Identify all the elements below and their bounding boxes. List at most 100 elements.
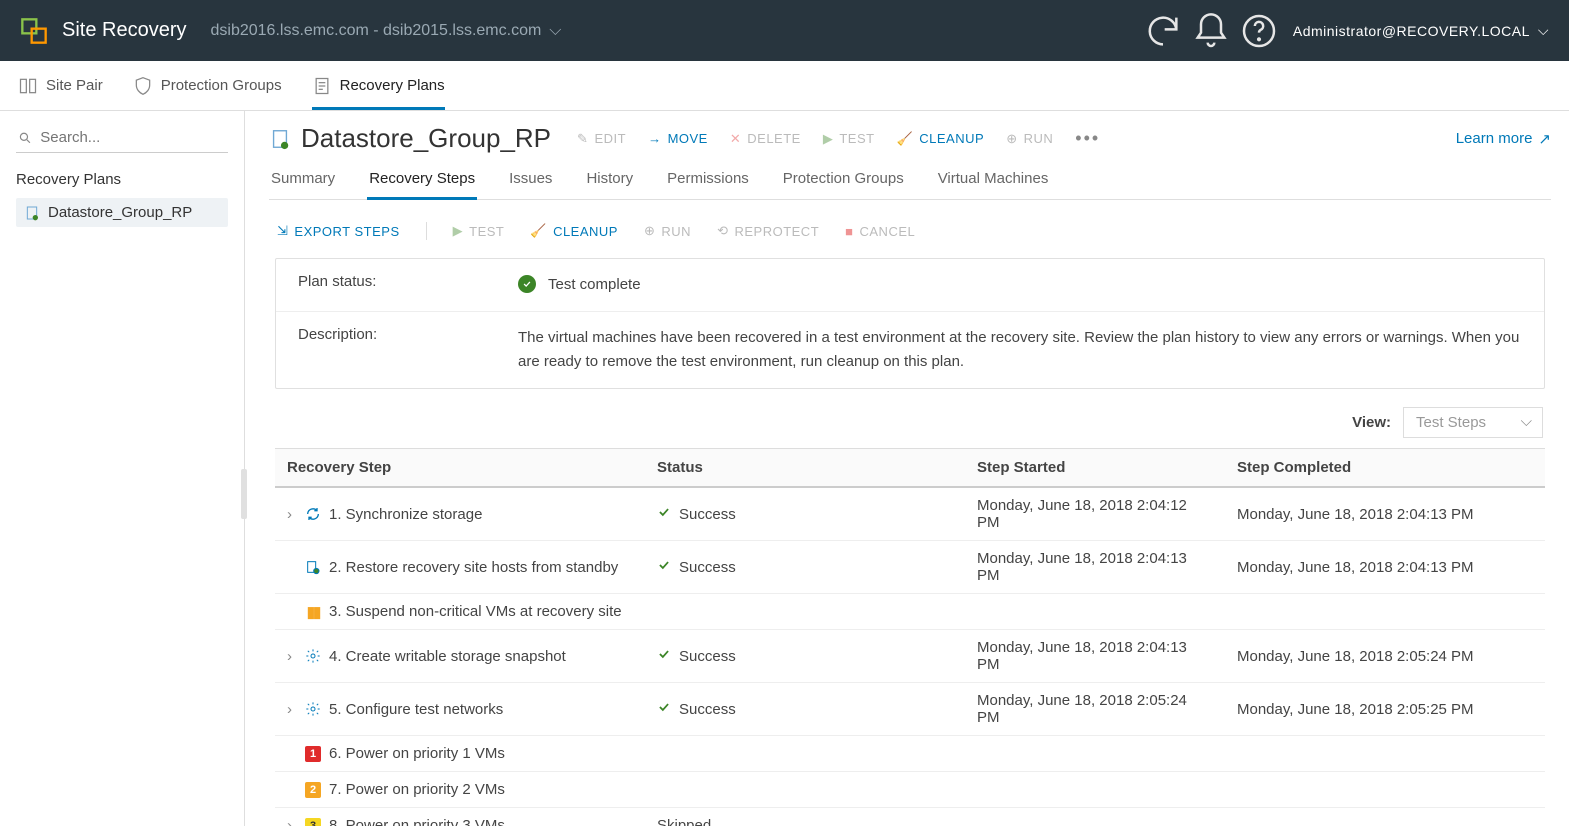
title-actions: ✎EDIT →MOVE ✕DELETE ▶TEST 🧹CLEANUP ⊕RUN … (577, 128, 1100, 149)
move-button[interactable]: →MOVE (648, 131, 708, 146)
tab-site-pair[interactable]: Site Pair (18, 61, 103, 110)
sidebar-resize-handle[interactable] (241, 469, 247, 519)
col-started[interactable]: Step Started (965, 449, 1225, 488)
step-completed (1225, 808, 1545, 826)
chevron-right-icon[interactable]: › (287, 701, 297, 718)
sidebar-item-recovery-plan[interactable]: Datastore_Group_RP (16, 198, 228, 227)
status-text: Skipped (657, 817, 711, 826)
step-type-icon: 3 (305, 818, 321, 826)
step-type-icon: ▮▮ (305, 604, 321, 620)
table-row[interactable]: 2 7. Power on priority 2 VMs (275, 772, 1545, 808)
step-started: Monday, June 18, 2018 2:04:12 PM (965, 487, 1225, 541)
cleanup-button-toolbar[interactable]: 🧹CLEANUP (530, 223, 618, 239)
tab-issues[interactable]: Issues (507, 160, 554, 200)
cancel-button[interactable]: ■CANCEL (845, 224, 915, 239)
step-started (965, 594, 1225, 630)
content-area: Datastore_Group_RP ✎EDIT →MOVE ✕DELETE ▶… (245, 111, 1569, 826)
status-text: Success (679, 506, 736, 523)
col-recovery-step[interactable]: Recovery Step (275, 449, 645, 488)
check-icon (657, 700, 671, 718)
step-type-icon (305, 506, 321, 522)
page-title: Datastore_Group_RP (269, 123, 551, 154)
step-started: Monday, June 18, 2018 2:04:13 PM (965, 541, 1225, 594)
table-row[interactable]: ›5. Configure test networksSuccessMonday… (275, 683, 1545, 736)
delete-button[interactable]: ✕DELETE (730, 131, 801, 147)
step-toolbar: ⇲EXPORT STEPS ▶TEST 🧹CLEANUP ⊕RUN ⟲REPRO… (269, 216, 1551, 258)
refresh-icon[interactable] (1143, 11, 1183, 51)
table-row[interactable]: ▮▮ 3. Suspend non-critical VMs at recover… (275, 594, 1545, 630)
test-button-toolbar[interactable]: ▶TEST (453, 223, 505, 239)
table-row[interactable]: 16. Power on priority 1 VMs (275, 736, 1545, 772)
step-type-icon: 1 (305, 746, 321, 762)
reprotect-button[interactable]: ⟲REPROTECT (717, 223, 819, 239)
export-steps-button[interactable]: ⇲EXPORT STEPS (277, 223, 400, 239)
status-text: Success (679, 648, 736, 665)
chevron-right-icon[interactable]: › (287, 648, 297, 665)
chevron-down-icon: ⌵ (549, 22, 561, 40)
chevron-right-icon[interactable]: › (287, 817, 297, 826)
step-name: 7. Power on priority 2 VMs (329, 781, 505, 798)
check-icon (657, 558, 671, 576)
user-menu[interactable]: Administrator@RECOVERY.LOCAL ⌵ (1293, 22, 1549, 39)
table-row[interactable]: ›4. Create writable storage snapshotSucc… (275, 630, 1545, 683)
step-type-icon: 2 (305, 782, 321, 798)
app-logo-icon (20, 17, 48, 45)
view-select[interactable]: Test Steps (1403, 407, 1543, 438)
tab-virtual-machines[interactable]: Virtual Machines (936, 160, 1051, 200)
chevron-right-icon[interactable]: › (287, 506, 297, 523)
description-label: Description: (298, 326, 488, 374)
step-started: Monday, June 18, 2018 2:05:24 PM (965, 683, 1225, 736)
chevron-down-icon: ⌵ (1538, 22, 1549, 39)
step-name: 3. Suspend non-critical VMs at recovery … (329, 603, 622, 620)
table-row[interactable]: › 3 8. Power on priority 3 VMs Skipped (275, 808, 1545, 826)
search-input[interactable] (40, 129, 226, 146)
col-completed[interactable]: Step Completed (1225, 449, 1545, 488)
step-type-icon (305, 648, 321, 664)
col-status[interactable]: Status (645, 449, 965, 488)
check-circle-icon (518, 275, 536, 293)
description-value: The virtual machines have been recovered… (518, 326, 1522, 374)
tab-history[interactable]: History (584, 160, 635, 200)
step-completed: Monday, June 18, 2018 2:05:24 PM (1225, 630, 1545, 683)
search-icon (18, 130, 32, 146)
tab-protection-groups[interactable]: Protection Groups (133, 61, 282, 110)
tab-recovery-plans[interactable]: Recovery Plans (312, 61, 445, 110)
step-completed (1225, 772, 1545, 808)
tab-summary[interactable]: Summary (269, 160, 337, 200)
page-title-text: Datastore_Group_RP (301, 123, 551, 154)
test-button[interactable]: ▶TEST (823, 131, 875, 147)
recovery-steps-table: Recovery Step Status Step Started Step C… (275, 448, 1545, 826)
tab-recovery-steps[interactable]: Recovery Steps (367, 160, 477, 200)
tab-recovery-plans-label: Recovery Plans (340, 77, 445, 94)
edit-button[interactable]: ✎EDIT (577, 131, 626, 147)
pencil-icon: ✎ (577, 131, 588, 147)
table-row[interactable]: ›1. Synchronize storageSuccessMonday, Ju… (275, 487, 1545, 541)
step-completed: Monday, June 18, 2018 2:04:13 PM (1225, 487, 1545, 541)
run-button[interactable]: ⊕RUN (1006, 131, 1053, 147)
view-selector-row: View: Test Steps (269, 403, 1551, 448)
status-text: Success (679, 701, 736, 718)
reprotect-icon: ⟲ (717, 223, 728, 239)
top-tabs: Site Pair Protection Groups Recovery Pla… (0, 61, 1569, 111)
cleanup-button[interactable]: 🧹CLEANUP (897, 131, 985, 147)
check-icon (657, 647, 671, 665)
learn-more-link[interactable]: Learn more ↗ (1456, 130, 1551, 148)
help-icon[interactable] (1239, 11, 1279, 51)
step-completed (1225, 594, 1545, 630)
search-input-wrap[interactable] (16, 123, 228, 153)
tab-permissions[interactable]: Permissions (665, 160, 751, 200)
plan-status-value: Test complete (548, 273, 641, 297)
step-name: 8. Power on priority 3 VMs (329, 817, 505, 826)
tab-protection-groups[interactable]: Protection Groups (781, 160, 906, 200)
arrow-right-icon: → (648, 131, 662, 146)
site-pair-label: dsib2016.lss.emc.com - dsib2015.lss.emc.… (211, 22, 542, 40)
title-row: Datastore_Group_RP ✎EDIT →MOVE ✕DELETE ▶… (269, 123, 1551, 154)
table-row[interactable]: 2. Restore recovery site hosts from stan… (275, 541, 1545, 594)
site-pair-selector[interactable]: dsib2016.lss.emc.com - dsib2015.lss.emc.… (211, 22, 562, 40)
content-tabs: Summary Recovery Steps Issues History Pe… (269, 160, 1551, 200)
sidebar: Recovery Plans Datastore_Group_RP (0, 111, 245, 826)
bell-icon[interactable] (1191, 11, 1231, 51)
external-link-icon: ↗ (1538, 130, 1551, 148)
more-actions-button[interactable]: ••• (1075, 128, 1100, 149)
run-button-toolbar[interactable]: ⊕RUN (644, 223, 691, 239)
